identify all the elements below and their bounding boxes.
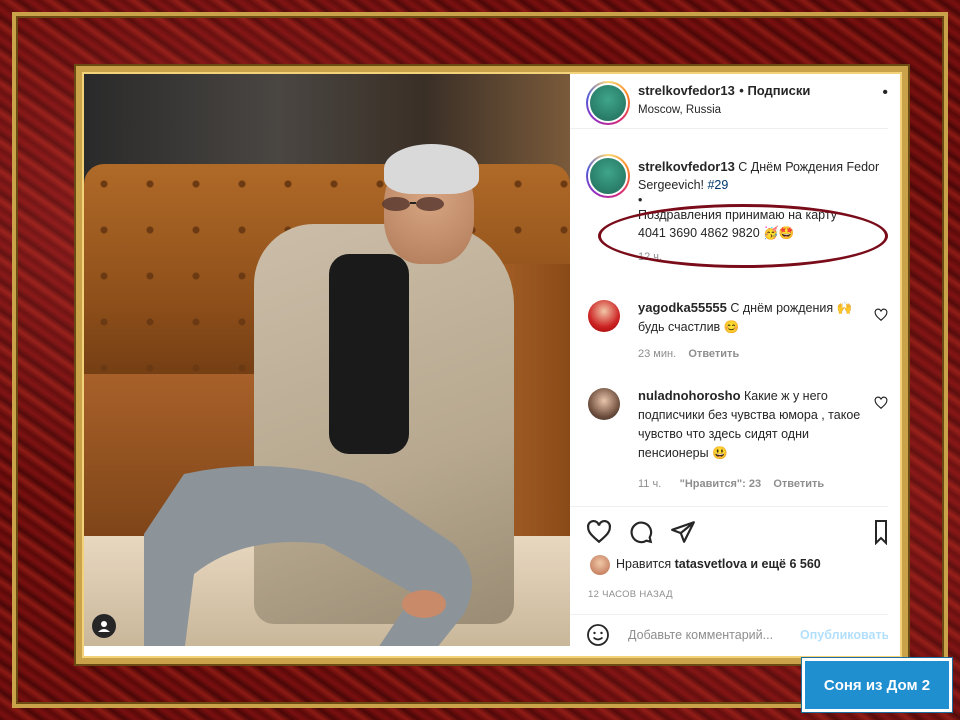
comment-item: nuladnohorosho Какие ж у него подписчики… (638, 386, 868, 494)
photo-person-shirt (329, 254, 409, 454)
comment-age: 23 мин. (638, 348, 677, 360)
photo-person-glasses (382, 197, 444, 211)
likes-count[interactable]: и ещё 6 560 (747, 557, 820, 571)
caption-hashtag[interactable]: #29 (707, 178, 728, 192)
reply-button[interactable]: Ответить (773, 478, 824, 490)
highlight-oval (598, 204, 888, 268)
tagged-user-icon[interactable] (92, 614, 116, 638)
like-heart-icon[interactable] (586, 519, 612, 545)
like-comment-heart-icon[interactable] (874, 308, 888, 322)
author-username[interactable]: strelkovfedor13 (638, 83, 735, 98)
likes-prefix: Нравится (616, 557, 675, 571)
reply-button[interactable]: Ответить (688, 348, 739, 360)
publish-button[interactable]: Опубликовать (800, 628, 888, 642)
photo-person-hair (384, 144, 479, 194)
liker-avatar[interactable] (590, 555, 610, 575)
more-options-icon[interactable]: • (882, 84, 888, 102)
comment-avatar[interactable] (588, 388, 620, 420)
bookmark-icon[interactable] (874, 519, 888, 545)
add-comment-bar: Добавьте комментарий... Опубликовать (570, 614, 888, 646)
post-photo[interactable] (84, 74, 570, 646)
likes-summary[interactable]: Нравится tatasvetlova и ещё 6 560 (616, 557, 821, 571)
comment-username[interactable]: nuladnohorosho (638, 388, 741, 403)
author-avatar[interactable] (586, 81, 630, 125)
post-location[interactable]: Moscow, Russia (638, 104, 721, 116)
photo-person-legs (144, 466, 473, 646)
comment-bubble-icon[interactable] (628, 519, 654, 545)
comment-item: yagodka55555 С днём рождения 🙌 будь счас… (638, 298, 868, 364)
emoji-smiley-icon[interactable] (586, 623, 610, 646)
post-timestamp[interactable]: 12 ЧАСОВ НАЗАД (588, 589, 673, 600)
comment-likes-button[interactable]: "Нравится": 23 (680, 478, 761, 490)
source-badge: Соня из Дом 2 (802, 658, 952, 712)
post-actions-bar: Нравится tatasvetlova и ещё 6 560 12 ЧАС… (570, 506, 888, 627)
post-side-panel: strelkovfedor13 • Подписки Moscow, Russi… (570, 74, 888, 646)
comment-avatar[interactable] (588, 300, 620, 332)
like-comment-heart-icon[interactable] (874, 396, 888, 410)
share-send-icon[interactable] (670, 519, 696, 545)
post-header: strelkovfedor13 • Подписки Moscow, Russi… (570, 74, 888, 129)
following-label[interactable]: • Подписки (739, 83, 810, 98)
caption-username[interactable]: strelkovfedor13 (638, 159, 735, 174)
caption-avatar[interactable] (586, 154, 630, 198)
add-comment-input[interactable]: Добавьте комментарий... (628, 628, 773, 642)
likes-user[interactable]: tatasvetlova (675, 557, 747, 571)
comment-username[interactable]: yagodka55555 (638, 300, 727, 315)
comment-age: 11 ч. (638, 478, 662, 490)
